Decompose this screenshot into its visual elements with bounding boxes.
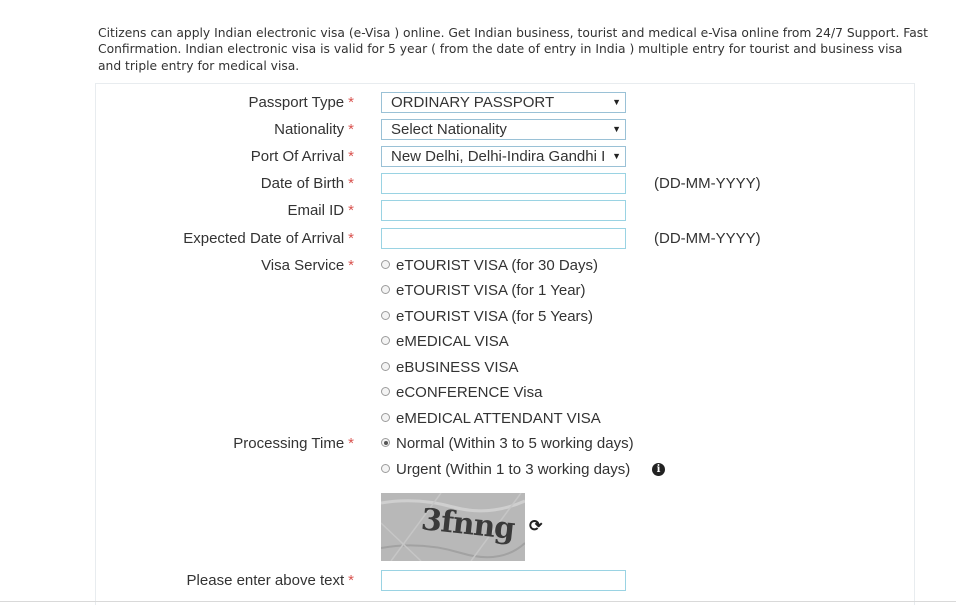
expected-arrival-label: Expected Date of Arrival * bbox=[183, 230, 354, 247]
radio-button[interactable] bbox=[381, 336, 390, 345]
radio-button[interactable] bbox=[381, 311, 390, 320]
expected-arrival-hint: (DD-MM-YYYY) bbox=[654, 230, 761, 247]
page-divider bbox=[0, 601, 956, 602]
passport-type-select[interactable]: ORDINARY PASSPORT ▼ bbox=[381, 92, 626, 113]
chevron-down-icon: ▼ bbox=[612, 97, 621, 107]
passport-type-label: Passport Type * bbox=[248, 94, 354, 111]
chevron-down-icon: ▼ bbox=[612, 151, 621, 161]
captcha-input-label: Please enter above text * bbox=[186, 572, 354, 589]
chevron-down-icon: ▼ bbox=[612, 124, 621, 134]
visa-option-etourist-30-days[interactable]: eTOURIST VISA (for 30 Days) bbox=[381, 257, 598, 274]
radio-button[interactable] bbox=[381, 260, 390, 269]
radio-button[interactable] bbox=[381, 387, 390, 396]
visa-option-emedical[interactable]: eMEDICAL VISA bbox=[381, 333, 509, 350]
email-field[interactable] bbox=[381, 200, 626, 221]
radio-button[interactable] bbox=[381, 362, 390, 371]
email-label: Email ID * bbox=[287, 202, 354, 219]
processing-option-normal[interactable]: Normal (Within 3 to 5 working days) bbox=[381, 435, 634, 452]
visa-option-econference[interactable]: eCONFERENCE Visa bbox=[381, 384, 542, 401]
radio-button-checked[interactable] bbox=[381, 438, 390, 447]
radio-button[interactable] bbox=[381, 285, 390, 294]
date-of-birth-hint: (DD-MM-YYYY) bbox=[654, 175, 761, 192]
captcha-input[interactable] bbox=[381, 570, 626, 591]
date-of-birth-label: Date of Birth * bbox=[260, 175, 354, 192]
date-of-birth-input[interactable] bbox=[381, 173, 626, 194]
refresh-icon[interactable]: ⟳ bbox=[529, 516, 542, 536]
processing-time-label: Processing Time * bbox=[233, 435, 354, 452]
nationality-select[interactable]: Select Nationality ▼ bbox=[381, 119, 626, 140]
visa-service-label: Visa Service * bbox=[261, 257, 354, 274]
port-of-arrival-select[interactable]: New Delhi, Delhi-Indira Gandhi I ▼ bbox=[381, 146, 626, 167]
captcha-image: 3fnng bbox=[381, 493, 525, 561]
expected-arrival-input[interactable] bbox=[381, 228, 626, 249]
visa-option-etourist-5-years[interactable]: eTOURIST VISA (for 5 Years) bbox=[381, 308, 593, 325]
radio-button[interactable] bbox=[381, 413, 390, 422]
port-of-arrival-label: Port Of Arrival * bbox=[250, 148, 354, 165]
visa-option-etourist-1-year[interactable]: eTOURIST VISA (for 1 Year) bbox=[381, 282, 586, 299]
processing-option-urgent[interactable]: Urgent (Within 1 to 3 working days) bbox=[381, 461, 630, 478]
radio-button[interactable] bbox=[381, 464, 390, 473]
info-icon[interactable]: i bbox=[652, 463, 665, 476]
visa-option-ebusiness[interactable]: eBUSINESS VISA bbox=[381, 359, 519, 376]
nationality-label: Nationality * bbox=[274, 121, 354, 138]
visa-option-emedical-attendant[interactable]: eMEDICAL ATTENDANT VISA bbox=[381, 410, 601, 427]
intro-text: Citizens can apply Indian electronic vis… bbox=[98, 26, 928, 73]
